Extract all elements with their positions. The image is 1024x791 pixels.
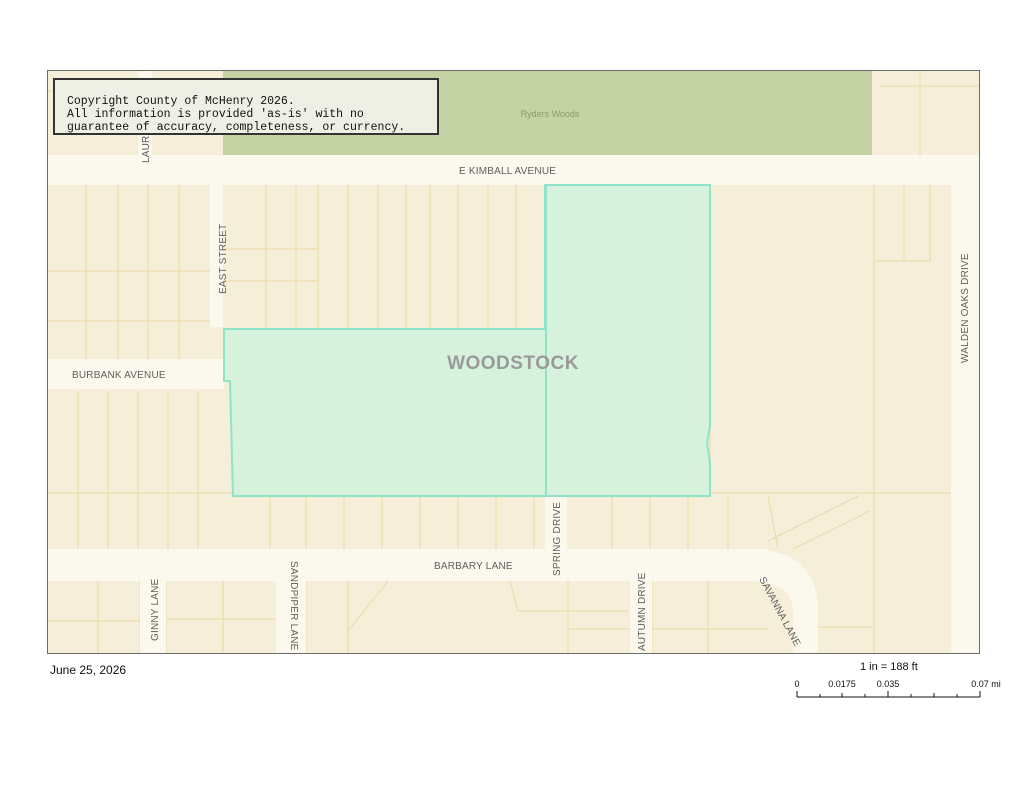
scale-bar: 0 0.0175 0.035 0.07 mi	[794, 679, 1001, 698]
print-date: June 25, 2026	[50, 663, 127, 677]
scale-tick-label-1: 0.0175	[828, 679, 856, 689]
park-label: Ryders Woods	[521, 109, 580, 119]
road-barbary	[48, 549, 768, 581]
street-label-spring: SPRING DRIVE	[552, 502, 563, 576]
city-label: WOODSTOCK	[447, 353, 579, 374]
street-label-ginny: GINNY LANE	[150, 578, 161, 641]
map-frame[interactable]: Ryders Woods WOODSTOCK E KIMBALL AVENUE …	[47, 70, 980, 654]
scale-tick-label-2: 0.035	[877, 679, 900, 689]
street-label-barbary: BARBARY LANE	[434, 561, 513, 572]
copyright-line-3: guarantee of accuracy, completeness, or …	[67, 121, 406, 134]
street-label-east-street: EAST STREET	[218, 224, 229, 294]
street-label-burbank: BURBANK AVENUE	[72, 370, 166, 381]
copyright-line-2: All information is provided 'as-is' with…	[67, 108, 364, 121]
scale-tick-label-3: 0.07 mi	[971, 679, 1001, 689]
street-label-sandpiper: SANDPIPER LANE	[288, 561, 299, 651]
street-label-walden: WALDEN OAKS DRIVE	[960, 253, 971, 363]
map-canvas[interactable]: Ryders Woods WOODSTOCK E KIMBALL AVENUE …	[48, 71, 979, 653]
copyright-line-1: Copyright County of McHenry 2026.	[67, 95, 295, 108]
street-label-kimball: E KIMBALL AVENUE	[459, 166, 556, 177]
scale-ratio: 1 in = 188 ft	[860, 661, 918, 673]
scale-tick-label-0: 0	[794, 679, 799, 689]
scale-bar-line	[796, 691, 981, 698]
street-label-autumn: AUTUMN DRIVE	[637, 572, 648, 651]
copyright-notice: Copyright County of McHenry 2026. All in…	[53, 78, 439, 135]
